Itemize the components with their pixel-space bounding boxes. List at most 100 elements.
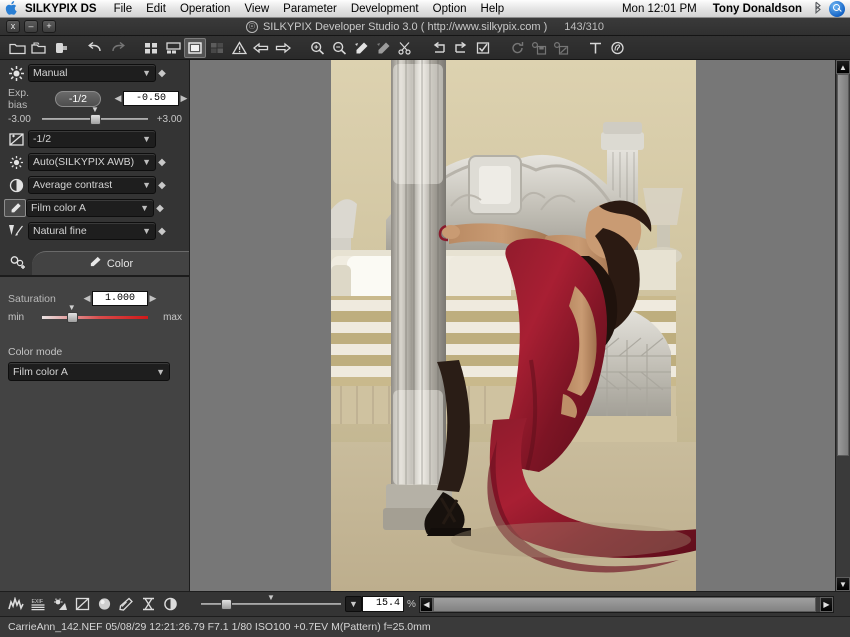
scissors-crop-icon[interactable] [394,38,416,58]
exposure-bias-input[interactable]: -0.50 [123,91,179,106]
settings-gear-plus-icon[interactable] [6,253,30,273]
sharpness-reset-icon[interactable]: ◆ [156,226,168,237]
color-reset-icon[interactable]: ◆ [154,203,166,214]
batch-development-icon[interactable] [550,38,572,58]
menu-item-file[interactable]: File [107,0,140,18]
horizontal-scroll-thumb[interactable] [432,596,817,612]
menu-item-help[interactable]: Help [474,0,512,18]
saturation-decrement-icon[interactable]: ◀ [82,293,92,304]
exposure-bias-slider[interactable]: ▼ [42,106,148,126]
zoom-slider-track[interactable]: ▼ [201,593,341,612]
color-mode-select[interactable]: Film color A ▼ [8,362,170,381]
menu-clock[interactable]: Mon 12:01 PM [614,3,705,15]
bluetooth-icon[interactable] [810,1,826,17]
exposure-mode-reset-icon[interactable]: ◆ [156,68,168,79]
chevron-down-icon: ▼ [142,157,151,167]
saturation-track [42,316,148,319]
color-brush-icon[interactable] [4,199,26,217]
undo-icon[interactable] [84,38,106,58]
maximize-button[interactable]: + [42,20,56,33]
menu-item-option[interactable]: Option [426,0,474,18]
vertical-scroll-track[interactable] [836,74,850,577]
menu-item-view[interactable]: View [237,0,276,18]
exposure-mode-select[interactable]: Manual ▼ [28,64,156,82]
redo-icon[interactable] [106,38,128,58]
taste-tool-icon[interactable] [584,38,606,58]
histogram-icon[interactable] [5,594,27,614]
rotate-right-icon[interactable] [450,38,472,58]
menu-item-edit[interactable]: Edit [139,0,173,18]
scroll-right-button[interactable]: ▶ [820,596,833,612]
sidebar-row-color: Film color A ▼ ◆ [4,198,189,218]
rotate-preview-icon[interactable] [159,594,181,614]
rotate-left-icon[interactable] [428,38,450,58]
vertical-scroll-thumb[interactable] [837,74,849,457]
chevron-down-icon: ▼ [140,203,149,213]
zoom-slider[interactable]: ▼ [201,593,341,612]
horizontal-scroll-track[interactable] [432,596,820,612]
sphere-preview-icon[interactable] [93,594,115,614]
tone-curve-icon[interactable] [71,594,93,614]
warning-icon[interactable] [228,38,250,58]
contrast-reset-icon[interactable]: ◆ [156,180,168,191]
minimize-button[interactable]: – [24,20,38,33]
open-folder-alt-icon[interactable] [28,38,50,58]
zoom-preset-dropdown[interactable]: ▼ [345,596,362,612]
color-select[interactable]: Film color A ▼ [26,199,154,217]
exposure-compensation-select[interactable]: -1/2 ▼ [28,130,156,148]
spotlight-search-icon[interactable] [829,0,845,17]
stepper-decrement-icon[interactable]: ◀ [113,93,123,104]
sharpness-value: Natural fine [33,225,87,237]
combination-view-icon[interactable] [206,38,228,58]
tab-color[interactable]: Color [32,251,189,275]
zoom-in-icon[interactable] [306,38,328,58]
stamp-tool-icon[interactable] [606,38,628,58]
slider-thumb[interactable] [90,114,101,125]
scroll-down-button[interactable]: ▼ [836,577,850,591]
image-viewer[interactable] [190,60,835,591]
refresh-icon[interactable] [506,38,528,58]
viewer-horizontal-scrollbar[interactable]: ◀ ▶ [418,595,834,613]
color-sample-icon[interactable] [115,594,137,614]
highlight-warning-icon[interactable] [49,594,71,614]
single-view-icon[interactable] [184,37,206,58]
split-view-icon[interactable] [162,38,184,58]
white-balance-select[interactable]: Auto(SILKYPIX AWB) ▼ [28,153,156,171]
menu-item-development[interactable]: Development [344,0,426,18]
sharpness-select[interactable]: Natural fine ▼ [28,222,156,240]
preview-image[interactable] [331,60,696,591]
viewer-vertical-scrollbar[interactable]: ▲ ▼ [835,60,850,591]
usb-drive-icon[interactable] [50,38,72,58]
scroll-up-button[interactable]: ▲ [836,60,850,74]
previous-image-icon[interactable] [250,38,272,58]
scroll-left-button[interactable]: ◀ [419,596,433,612]
white-balance-reset-icon[interactable]: ◆ [156,157,168,168]
saturation-slider[interactable]: ▼ [42,304,148,324]
close-button[interactable]: x [6,20,20,33]
menu-item-parameter[interactable]: Parameter [276,0,344,18]
crop-frame-icon[interactable] [137,594,159,614]
sidebar-row-white-balance: Auto(SILKYPIX AWB) ▼ ◆ [4,152,189,172]
contrast-select[interactable]: Average contrast ▼ [28,176,156,194]
menu-item-operation[interactable]: Operation [173,0,238,18]
gray-balance-picker-icon[interactable] [372,38,394,58]
zoom-out-icon[interactable] [328,38,350,58]
saturation-input[interactable]: 1.000 [92,291,148,306]
white-balance-value: Auto(SILKYPIX AWB) [33,156,135,168]
saturation-thumb[interactable] [66,312,78,323]
exposure-bias-label: Exp. bias [8,86,30,111]
thumbnail-grid-view-icon[interactable] [140,38,162,58]
zoom-value-input[interactable]: 15.4 [362,596,404,612]
checkbox-mark-icon[interactable] [472,38,494,58]
apple-logo-icon[interactable] [0,0,22,17]
open-folder-icon[interactable] [6,38,28,58]
stepper-increment-icon[interactable]: ▶ [179,93,189,104]
menu-current-user[interactable]: Tony Donaldson [705,3,810,15]
save-development-icon[interactable] [528,38,550,58]
next-image-icon[interactable] [272,38,294,58]
exif-info-icon[interactable]: EXIF [27,594,49,614]
menu-app-name[interactable]: SILKYPIX DS [22,0,107,18]
white-balance-picker-icon[interactable] [350,38,372,58]
zoom-slider-thumb[interactable] [221,599,233,610]
saturation-increment-icon[interactable]: ▶ [148,293,158,304]
